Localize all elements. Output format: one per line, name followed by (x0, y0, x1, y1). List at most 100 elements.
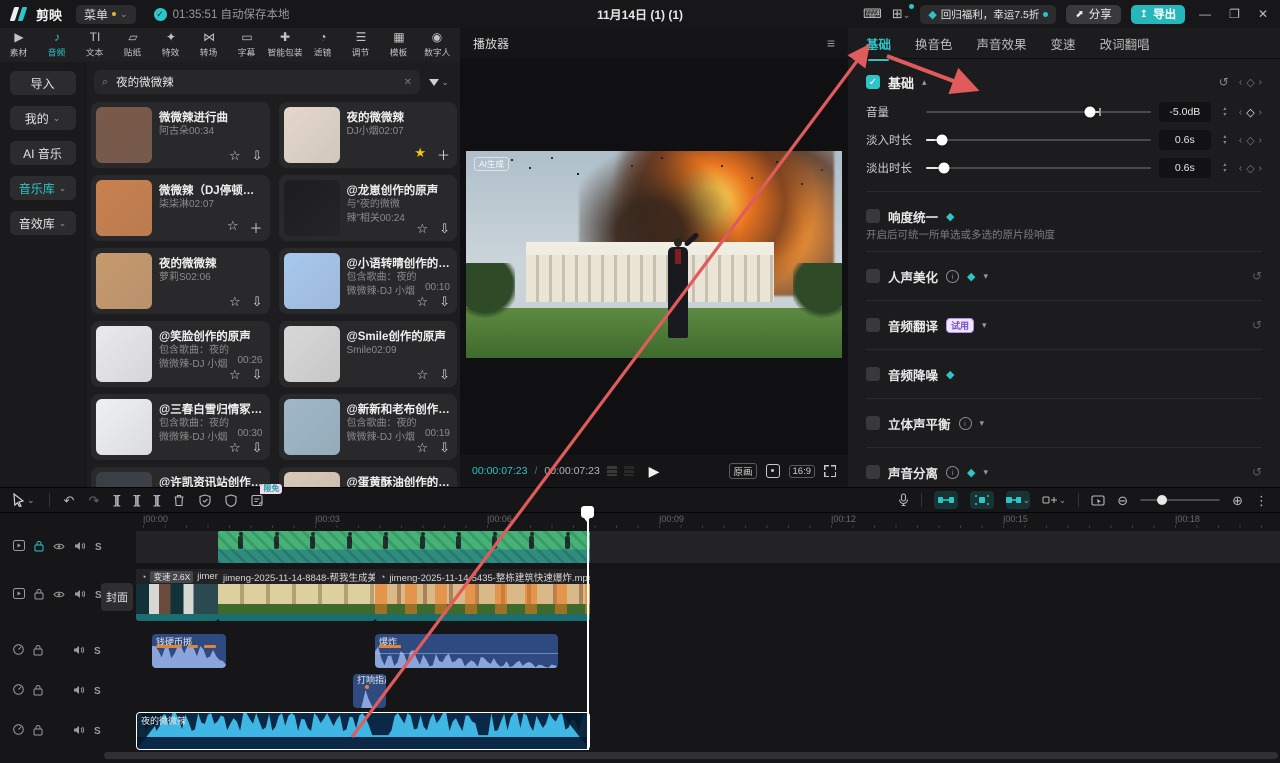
chevron-down-icon[interactable]: ▾ (983, 467, 988, 478)
segment-list-icon[interactable] (607, 466, 617, 476)
split-icon[interactable]: ][ (113, 494, 119, 506)
favorite-icon[interactable]: ☆ (229, 440, 241, 456)
collapse-icon[interactable]: ▴ (922, 77, 927, 88)
lock-icon[interactable] (33, 724, 43, 739)
speaker-icon[interactable] (73, 724, 85, 738)
segment-list-icon[interactable] (624, 466, 634, 476)
download-icon[interactable]: ⇩ (439, 294, 450, 310)
add-icon[interactable]: ＋ (249, 218, 262, 237)
favorite-icon[interactable]: ☆ (416, 294, 428, 310)
properties-tab-5[interactable]: 改词翻唱 (1100, 34, 1150, 53)
media-tab-11[interactable]: ▦模板 (380, 28, 418, 62)
reset-icon[interactable]: ↺ (1219, 75, 1229, 89)
music-card[interactable]: @Smile创作的原声Smile02:09☆⇩ (279, 321, 458, 387)
export-button[interactable]: ↥ 导出 (1131, 5, 1185, 24)
sidebar-item-5[interactable]: 音效库⌄ (10, 211, 76, 235)
media-tab-2[interactable]: ♪音频 (38, 28, 76, 62)
stepper-icon[interactable]: ▴▾ (1219, 102, 1231, 122)
media-tab-3[interactable]: TI文本 (76, 28, 114, 62)
media-tab-6[interactable]: ⋈转场 (190, 28, 228, 62)
clear-search-icon[interactable]: ✕ (404, 77, 412, 88)
reset-icon[interactable]: ↺ (1252, 318, 1262, 332)
video-preview[interactable]: AI生成 (466, 151, 842, 358)
properties-tab-1[interactable]: 基础 (866, 34, 891, 53)
select-tool[interactable]: ⌄ (12, 493, 35, 507)
download-icon[interactable]: ⇩ (439, 221, 450, 237)
video-clip-1[interactable]: ◔ 变速 2.6X jimeng (136, 569, 218, 621)
share-button[interactable]: ⬈ 分享 (1066, 5, 1120, 24)
music-card[interactable]: @许凯资讯站创作的原声包含歌曲：夜的微微辣-DJ☆⇩ (91, 467, 270, 487)
info-icon[interactable]: i (946, 270, 959, 283)
split-left-icon[interactable]: ][ (133, 494, 139, 506)
toggle-checkbox[interactable] (866, 209, 880, 223)
favorite-icon[interactable]: ☆ (229, 148, 241, 164)
media-tab-4[interactable]: ▱贴纸 (114, 28, 152, 62)
favorite-icon[interactable]: ☆ (229, 367, 241, 383)
toggle-checkbox[interactable] (866, 416, 880, 430)
speaker-icon[interactable] (74, 588, 86, 602)
sidebar-item-3[interactable]: AI 音乐 (10, 141, 76, 165)
music-card[interactable]: @三春白雪归情冢创作的原声包含歌曲：夜的微微辣-DJ 小烟00:30☆⇩ (91, 394, 270, 460)
eye-icon[interactable] (53, 540, 65, 554)
slider-knob[interactable] (938, 163, 949, 174)
ratio-badge[interactable]: 16:9 (789, 465, 816, 478)
properties-tab-3[interactable]: 声音效果 (977, 34, 1027, 53)
eye-icon[interactable] (53, 588, 65, 602)
solo-button[interactable]: S (94, 726, 101, 737)
redo-button[interactable]: ↷ (88, 494, 99, 507)
basic-section-checkbox[interactable]: ✓ (866, 75, 880, 89)
favorite-icon[interactable]: ☆ (416, 440, 428, 456)
music-card[interactable]: @龙崽创作的原声与“夜的微微辣”相关00:24☆⇩ (279, 175, 458, 241)
music-card[interactable]: 微微辣进行曲阿古朵00:34☆⇩ (91, 102, 270, 168)
favorite-icon[interactable]: ☆ (227, 218, 239, 237)
slider-track[interactable] (926, 167, 1151, 169)
explosion-audio-clip[interactable]: 爆炸 (375, 634, 558, 668)
favorite-icon[interactable]: ☆ (229, 294, 241, 310)
music-clip-selected[interactable]: 夜的微微辣 (136, 712, 590, 750)
caption-doc-tool[interactable]: 限免 (251, 494, 264, 507)
minimize-button[interactable]: — (1195, 7, 1215, 21)
download-icon[interactable]: ⇩ (439, 440, 450, 456)
solo-button[interactable]: S (94, 686, 101, 697)
favorite-icon[interactable]: ☆ (416, 367, 428, 383)
speaker-icon[interactable] (73, 684, 85, 698)
video-clip-3[interactable]: ◔ jimeng-2025-11-14-5435-整栋建筑快速爆炸.mp4 00… (375, 569, 590, 621)
toggle-checkbox[interactable] (866, 465, 880, 479)
keyframe-control[interactable]: ‹ ◇ › (1239, 134, 1262, 147)
close-button[interactable]: ✕ (1254, 7, 1272, 21)
zoom-in-icon[interactable]: ⊕ (1232, 494, 1243, 507)
sidebar-item-1[interactable]: 导入 (10, 71, 76, 95)
player-menu-icon[interactable]: ≡ (827, 35, 835, 51)
media-tab-7[interactable]: ▭字幕 (228, 28, 266, 62)
search-input-wrap[interactable]: ⌕ ✕ (94, 70, 420, 94)
chevron-down-icon[interactable]: ▾ (982, 320, 987, 331)
music-card[interactable]: @蛋黄酥油创作的原声包含歌曲：夜的微微辣-DJ☆⇩ (279, 467, 458, 487)
download-icon[interactable]: ⇩ (439, 367, 450, 383)
preview-axis-icon[interactable] (1091, 495, 1105, 506)
undo-button[interactable]: ↶ (64, 494, 75, 507)
shortcut-keyboard-icon[interactable]: ⌨ (863, 6, 882, 22)
horizontal-scrollbar[interactable] (104, 752, 1278, 759)
chevron-down-icon[interactable]: ▾ (980, 418, 985, 429)
stepper-icon[interactable]: ▴▾ (1219, 130, 1231, 150)
chevron-down-icon[interactable]: ▾ (983, 271, 988, 282)
toggle-checkbox[interactable] (866, 318, 880, 332)
auto-snap-toggle[interactable] (934, 491, 958, 509)
playhead-line[interactable] (587, 513, 589, 750)
track-mode-toggle[interactable]: ⌄ (1042, 491, 1066, 509)
video-clip-2[interactable]: jimeng-2025-11-14-8848-帮我生成美国的白 (218, 569, 375, 621)
playhead-handle[interactable] (581, 506, 594, 518)
slider-track[interactable] (926, 139, 1151, 141)
download-icon[interactable]: ⇩ (252, 367, 263, 383)
magnet-toggle[interactable] (970, 491, 994, 509)
stepper-icon[interactable]: ▴▾ (1219, 158, 1231, 178)
keyframe-control[interactable]: ‹ ◇ › (1239, 162, 1262, 175)
timeline-ruler[interactable]: |00:00|00:03|00:06|00:09|00:12|00:15|00:… (136, 513, 1280, 528)
cover-button[interactable]: 封面 (101, 583, 133, 611)
zoom-out-icon[interactable]: ⊖ (1117, 494, 1128, 507)
mask-check-icon[interactable] (199, 494, 211, 507)
sidebar-item-4[interactable]: 音乐库⌄ (10, 176, 76, 200)
music-card[interactable]: @新新和老布创作的原声包含歌曲：夜的微微辣-DJ 小烟00:19☆⇩ (279, 394, 458, 460)
keyframe-control[interactable]: ‹ ◇ › (1239, 106, 1262, 119)
reset-icon[interactable]: ↺ (1252, 465, 1262, 479)
